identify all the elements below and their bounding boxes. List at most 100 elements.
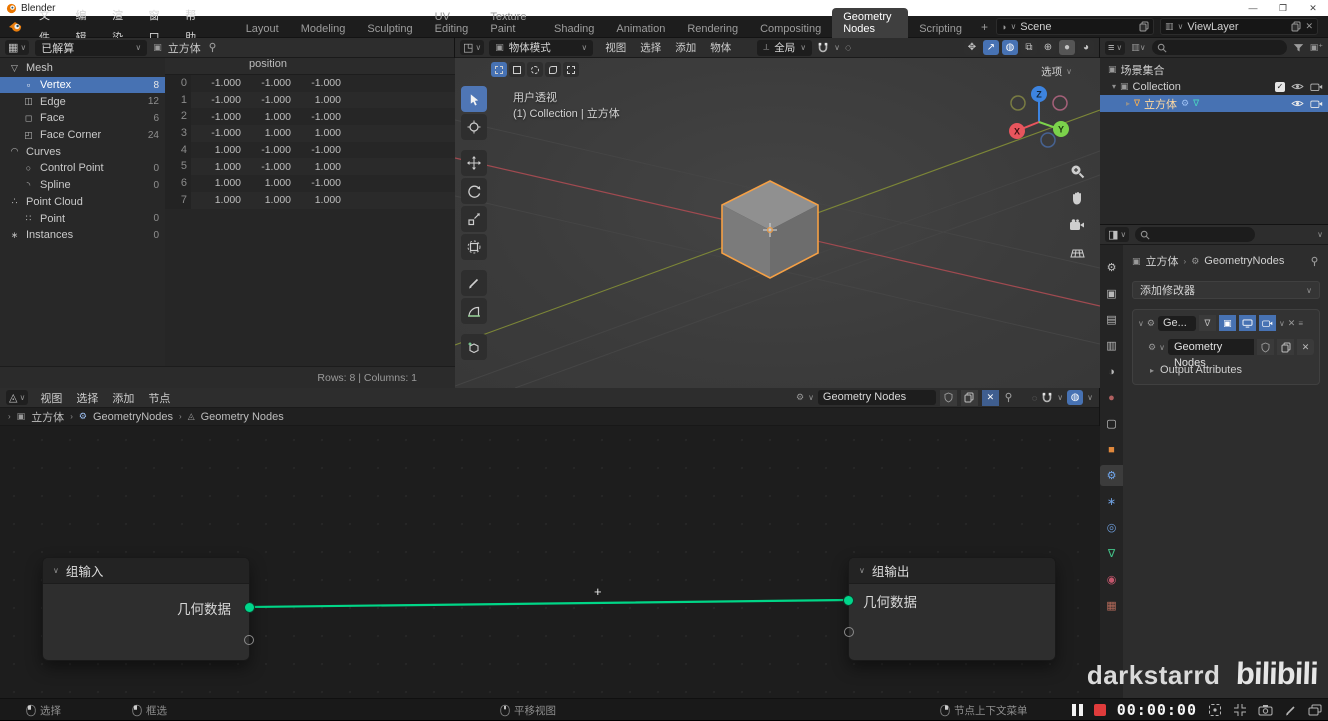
xray-toggle[interactable]: ⧉ [1021, 40, 1037, 55]
overlays-dropdown[interactable]: ◍ [1067, 390, 1084, 405]
realtime-display-toggle[interactable] [1238, 315, 1256, 331]
outliner-collection-row[interactable]: ▾ ▣ Collection ✓ [1100, 78, 1328, 95]
eye-icon[interactable] [1291, 82, 1304, 91]
fake-user-shield-icon[interactable] [1257, 339, 1274, 355]
tree-item-vertex[interactable]: ▫ Vertex 8 [0, 76, 165, 94]
annotate-tool[interactable] [461, 270, 487, 296]
cursor-tool[interactable] [461, 114, 487, 140]
properties-tab-modifiers[interactable]: ⚙ [1100, 465, 1123, 486]
workspace-tab-sculpting[interactable]: Sculpting [356, 20, 423, 38]
node-group-selector[interactable]: Geometry Nodes [817, 390, 936, 405]
modifier-name-field[interactable]: Ge... [1157, 315, 1196, 331]
properties-tab-render[interactable]: ▣ [1100, 283, 1123, 304]
modifier-extras-dropdown[interactable]: ∨ [1279, 319, 1285, 328]
table-row[interactable]: 7 1.000 1.000 1.000 [165, 191, 455, 209]
properties-search-input[interactable] [1135, 227, 1256, 242]
add-cube-tool[interactable] [461, 334, 487, 360]
node-menu-view[interactable]: 视图 [33, 390, 69, 406]
viewport-canvas[interactable]: 用户透视 (1) Collection | 立方体 选项 ∨ Z X Y [455, 58, 1100, 388]
close-icon[interactable]: ✕ [981, 389, 999, 406]
gizmos-dropdown[interactable]: ↗ [983, 40, 999, 55]
scene-selector[interactable]: ◑ ∨ Scene [996, 18, 1154, 35]
viewport-menu-view[interactable]: 视图 [598, 40, 633, 55]
geometry-output-socket[interactable] [244, 602, 255, 613]
close-button[interactable]: ✕ [1298, 0, 1328, 16]
select-mode-box[interactable] [509, 62, 525, 77]
proportional-edit-icon[interactable]: ◌ [1032, 393, 1037, 403]
properties-tab-output[interactable]: ▤ [1100, 309, 1123, 330]
workspace-tab-texture-paint[interactable]: Texture Paint [479, 8, 543, 38]
view-layer-selector[interactable]: ▥ ∨ ViewLayer ✕ [1160, 18, 1318, 35]
breadcrumb-back-icon[interactable]: › [8, 412, 11, 421]
close-icon[interactable]: ✕ [1288, 318, 1296, 329]
workspace-tab-scripting[interactable]: Scripting [908, 20, 973, 38]
shading-solid-button[interactable]: ● [1059, 40, 1075, 55]
table-row[interactable]: 6 1.000 1.000 -1.000 [165, 175, 455, 192]
outliner-search-input[interactable] [1151, 40, 1287, 55]
properties-tab-object[interactable]: ■ [1100, 439, 1123, 460]
tree-item-point[interactable]: ∷ Point 0 [0, 210, 165, 227]
nodetree-browse-icon[interactable]: ⚙ [1148, 342, 1156, 353]
node-editor-type-button[interactable]: ◬ ∨ [6, 390, 29, 405]
tree-item-curves[interactable]: ◠ Curves [0, 143, 165, 160]
viewport-options-dropdown[interactable]: 选项 ∨ [1041, 64, 1072, 79]
table-row[interactable]: 3 -1.000 1.000 1.000 [165, 125, 455, 142]
filter-icon[interactable] [1293, 43, 1304, 53]
shading-rendered-button[interactable]: ◕ [1078, 40, 1094, 55]
fit-region-icon[interactable] [1233, 703, 1247, 717]
expand-arrow-icon[interactable]: ▾ [1112, 82, 1116, 91]
pin-icon[interactable] [1003, 392, 1014, 403]
select-mode-circle[interactable] [527, 62, 543, 77]
tree-item-face[interactable]: ◻ Face 6 [0, 110, 165, 127]
table-row[interactable]: 0 -1.000 -1.000 -1.000 [165, 75, 455, 92]
table-row[interactable]: 2 -1.000 1.000 -1.000 [165, 108, 455, 126]
table-row[interactable]: 5 1.000 -1.000 1.000 [165, 158, 455, 176]
collapse-arrow-icon[interactable]: ∨ [53, 566, 59, 575]
tree-item-spline[interactable]: ◝ Spline 0 [0, 177, 165, 194]
viewport-menu-add[interactable]: 添加 [668, 40, 703, 55]
camera-view-icon[interactable] [1068, 216, 1086, 234]
copy-icon[interactable] [960, 389, 978, 406]
maximize-button[interactable]: ❐ [1268, 0, 1298, 16]
breadcrumb-object[interactable]: 立方体 [1146, 253, 1179, 269]
properties-tab-physics[interactable]: ◎ [1100, 517, 1123, 538]
tree-item-instances[interactable]: ∗ Instances 0 [0, 227, 165, 244]
group-output-node[interactable]: ∨ 组输出 几何数据 [843, 557, 1056, 661]
outliner-scene-collection-row[interactable]: ▣ 场景集合 [1100, 61, 1328, 78]
copy-icon[interactable] [1139, 21, 1149, 32]
node-menu-node[interactable]: 节点 [141, 390, 177, 406]
mode-dropdown[interactable]: ▣ 物体模式 ∨ [489, 39, 594, 56]
navigation-gizmo[interactable]: Z X Y [1004, 82, 1074, 152]
pin-icon[interactable] [207, 42, 218, 53]
select-mode-lasso[interactable] [545, 62, 561, 77]
outliner-editor-type-button[interactable]: ≡ ∨ [1105, 40, 1126, 55]
toggle-ortho-icon[interactable] [1068, 243, 1086, 261]
camera-icon[interactable] [1310, 82, 1323, 91]
drag-handle[interactable]: ≡ [1298, 319, 1303, 328]
group-output-node-header[interactable]: ∨ 组输出 [849, 558, 1055, 584]
properties-tab-object-data[interactable]: ∇ [1100, 543, 1123, 564]
render-display-toggle[interactable] [1258, 315, 1276, 331]
select-mode-extra[interactable] [563, 62, 579, 77]
table-row[interactable]: 1 -1.000 -1.000 1.000 [165, 91, 455, 109]
nodetree-browse-icon[interactable]: ⚙ [796, 392, 804, 403]
tree-item-edge[interactable]: ◫ Edge 12 [0, 93, 165, 110]
properties-tab-view-layer[interactable]: ▥ [1100, 335, 1123, 356]
properties-tab-material[interactable]: ◉ [1100, 569, 1123, 590]
workspace-tab-shading[interactable]: Shading [543, 20, 605, 38]
evaluation-mode-dropdown[interactable]: 已解算 ∨ [35, 39, 148, 56]
collapse-arrow-icon[interactable]: ∨ [1138, 319, 1144, 328]
properties-tab-particles[interactable]: ∗ [1100, 491, 1123, 512]
breadcrumb-modifier[interactable]: GeometryNodes [1204, 255, 1284, 267]
rotate-tool[interactable] [461, 178, 487, 204]
snap-magnet-icon[interactable] [817, 42, 829, 54]
add-workspace-button[interactable]: + [973, 20, 996, 34]
tree-item-mesh[interactable]: ▽ Mesh [0, 60, 165, 77]
properties-tab-tool[interactable]: ⚙ [1100, 257, 1123, 278]
output-attributes-section[interactable]: ▸ Output Attributes [1150, 364, 1314, 376]
group-input-node-header[interactable]: ∨ 组输入 [43, 558, 249, 584]
table-column-header[interactable]: position [165, 58, 455, 75]
copy-icon[interactable] [1277, 339, 1294, 355]
display-mode-icon[interactable]: ▥∨ [1131, 42, 1145, 53]
breadcrumb-item[interactable]: Geometry Nodes [201, 411, 284, 423]
